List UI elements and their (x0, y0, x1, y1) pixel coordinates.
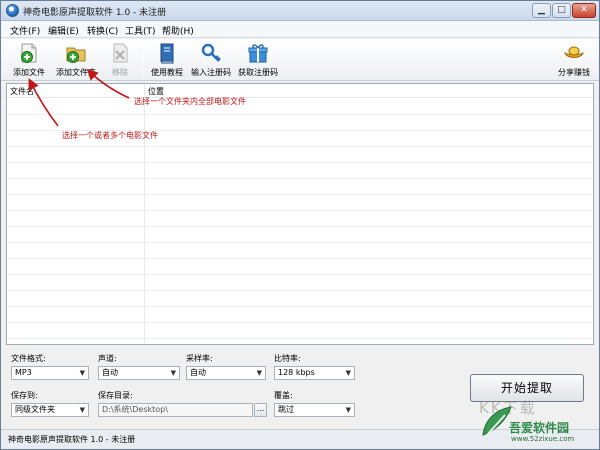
samplerate-value: 自动 (190, 368, 206, 377)
tutorial-label: 使用教程 (151, 68, 183, 77)
row-gridline (7, 194, 593, 195)
close-button[interactable]: ✕ (572, 3, 596, 18)
menu-file[interactable]: 文件(F) (10, 24, 40, 37)
format-select[interactable]: MP3 ▼ (11, 366, 89, 380)
row-gridline (7, 258, 593, 259)
menu-bar: 文件(F) 编辑(E) 转换(C) 工具(T) 帮助(H) (1, 21, 599, 38)
row-gridline (7, 274, 593, 275)
gold-ingot-icon (564, 46, 584, 58)
minimize-button[interactable]: ▁ (532, 3, 551, 18)
watermark-brand: 吾爱软件园 (509, 421, 570, 435)
get-code-button[interactable]: 获取注册码 (235, 41, 281, 79)
savedir-label: 保存目录: (98, 391, 133, 400)
samplerate-select[interactable]: 自动 ▼ (186, 366, 266, 380)
add-file-icon (21, 43, 37, 63)
row-gridline (7, 290, 593, 291)
row-gridline (7, 162, 593, 163)
toolbar-separator (142, 44, 143, 76)
channel-value: 自动 (102, 368, 118, 377)
gift-icon (248, 44, 268, 63)
book-icon (160, 43, 174, 64)
add-folder-icon (66, 47, 86, 63)
row-gridline (7, 178, 593, 179)
add-file-label: 添加文件 (13, 68, 45, 77)
watermark-url: www.52zixue.com (511, 435, 575, 443)
remove-label: 移除 (112, 68, 128, 77)
enter-code-button[interactable]: 输入注册码 (188, 41, 234, 79)
format-label: 文件格式: (11, 354, 46, 363)
row-gridline (7, 306, 593, 307)
column-header-filename[interactable]: 文件名 (10, 86, 34, 97)
annotation-folder-hint: 选择一个文件夹内全部电影文件 (134, 97, 246, 106)
row-gridline (7, 338, 593, 339)
chevron-down-icon: ▼ (256, 369, 262, 377)
format-value: MP3 (15, 368, 32, 377)
remove-icon (113, 43, 128, 63)
overwrite-select[interactable]: 跳过 ▼ (274, 403, 355, 417)
menu-edit[interactable]: 编辑(E) (48, 24, 79, 37)
enter-code-label: 输入注册码 (191, 68, 231, 77)
overwrite-label: 覆盖: (274, 391, 293, 400)
channel-label: 声道: (98, 354, 117, 363)
file-list[interactable]: 文件名 位置 (6, 83, 594, 345)
chevron-down-icon: ▼ (345, 369, 351, 377)
chevron-down-icon: ▼ (79, 369, 85, 377)
remove-button[interactable]: 移除 (103, 41, 137, 79)
add-folder-button[interactable]: 添加文件夹 (51, 41, 101, 79)
add-file-button[interactable]: 添加文件 (9, 41, 49, 79)
toolbar: 添加文件 添加文件夹 移除 使用教程 输入注册码 获取注册码 分享赚钱 (1, 39, 599, 81)
get-code-label: 获取注册码 (238, 68, 278, 77)
chevron-down-icon: ▼ (345, 406, 351, 414)
add-folder-label: 添加文件夹 (56, 68, 96, 77)
row-gridline (7, 146, 593, 147)
row-gridline (7, 242, 593, 243)
samplerate-label: 采样率: (186, 354, 213, 363)
app-icon (6, 4, 19, 17)
app-window: 神奇电影原声提取软件 1.0 - 未注册 ▁ □ ✕ 文件(F) 编辑(E) 转… (0, 0, 600, 450)
menu-convert[interactable]: 转换(C) (87, 24, 118, 37)
saveto-value: 同级文件夹 (15, 405, 55, 414)
browse-button[interactable]: ... (254, 403, 267, 417)
share-label: 分享赚钱 (558, 68, 590, 77)
share-button[interactable]: 分享赚钱 (554, 41, 594, 79)
maximize-button[interactable]: □ (552, 3, 571, 18)
saveto-select[interactable]: 同级文件夹 ▼ (11, 403, 89, 417)
bitrate-select[interactable]: 128 kbps ▼ (274, 366, 355, 380)
row-gridline (7, 226, 593, 227)
overwrite-value: 跳过 (278, 405, 294, 414)
status-text: 神奇电影原声提取软件 1.0 - 未注册 (8, 435, 136, 444)
row-gridline (7, 322, 593, 323)
saveto-label: 保存到: (11, 391, 38, 400)
savedir-field[interactable]: D:\系统\Desktop\ (98, 403, 253, 417)
bitrate-value: 128 kbps (278, 368, 315, 377)
chevron-down-icon: ▼ (170, 369, 176, 377)
bitrate-label: 比特率: (274, 354, 301, 363)
window-title: 神奇电影原声提取软件 1.0 - 未注册 (23, 8, 167, 18)
annotation-file-hint: 选择一个或者多个电影文件 (62, 131, 158, 140)
menu-tools[interactable]: 工具(T) (125, 24, 156, 37)
key-icon (201, 43, 221, 62)
channel-select[interactable]: 自动 ▼ (98, 366, 180, 380)
list-header: 文件名 位置 (7, 84, 593, 98)
title-bar: 神奇电影原声提取软件 1.0 - 未注册 ▁ □ ✕ (1, 1, 599, 21)
row-gridline (7, 210, 593, 211)
menu-help[interactable]: 帮助(H) (162, 24, 194, 37)
row-gridline (7, 114, 593, 115)
chevron-down-icon: ▼ (79, 406, 85, 414)
tutorial-button[interactable]: 使用教程 (146, 41, 188, 79)
